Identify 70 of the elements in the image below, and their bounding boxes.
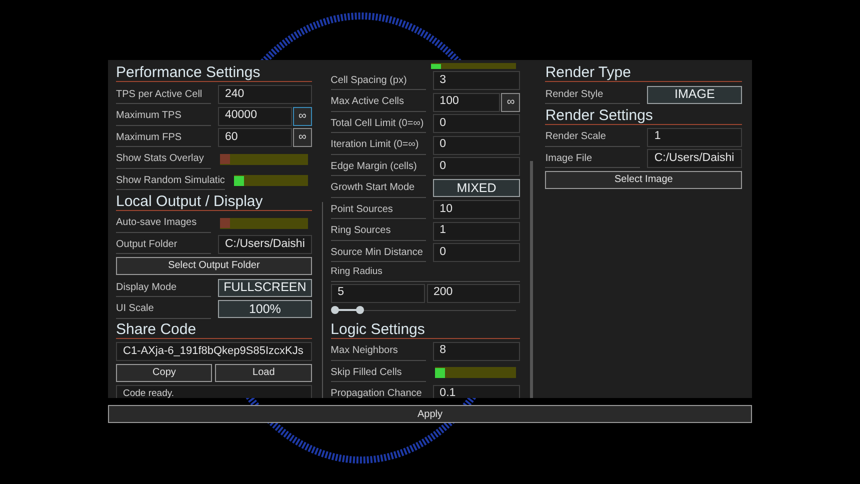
field-label: UI Scale: [116, 302, 154, 316]
apply-button[interactable]: Apply: [108, 405, 752, 423]
toggle-track[interactable]: [220, 218, 308, 228]
slider-thumb[interactable]: [330, 306, 339, 314]
input-field[interactable]: 60: [218, 128, 292, 147]
input-field[interactable]: 1: [647, 128, 742, 146]
action-button[interactable]: Select Output Folder: [116, 256, 312, 274]
field-label: Show Stats Overlay: [116, 152, 204, 166]
mode-selector[interactable]: IMAGE: [647, 86, 742, 104]
field-label: Show Random Simulatic: [116, 174, 225, 188]
field-label: TPS per Active Cell: [116, 88, 202, 102]
action-button[interactable]: Select Image: [545, 170, 742, 188]
action-button[interactable]: Copy: [116, 364, 212, 382]
field-label: Skip Filled Cells: [330, 366, 402, 380]
input-field[interactable]: 100: [432, 92, 500, 112]
field-label: Source Min Distance: [330, 246, 423, 260]
section-heading: Render Type: [545, 64, 742, 82]
input-field[interactable]: C:/Users/Daishi: [218, 235, 312, 254]
input-field[interactable]: 0: [432, 157, 520, 176]
input-field[interactable]: 0.1: [432, 384, 520, 398]
field-label: Ring Radius: [330, 265, 382, 280]
input-field[interactable]: 1: [432, 222, 520, 240]
field-label: Maximum TPS: [116, 109, 182, 123]
scrollbar-thumb[interactable]: [530, 161, 534, 398]
field-label: Render Style: [545, 88, 604, 102]
field-label: Image File: [545, 152, 592, 166]
section-heading: Performance Settings: [116, 64, 312, 82]
toggle-track[interactable]: [234, 175, 308, 186]
share-code-field[interactable]: C1-AXja-6_191f8bQkep9S85IzcxKJs: [116, 342, 312, 361]
section-heading: Local Output / Display: [116, 192, 312, 210]
field-label: Edge Margin (cells): [330, 160, 417, 174]
section-heading: Logic Settings: [330, 320, 520, 338]
input-field[interactable]: 5: [330, 284, 425, 302]
field-label: Render Scale: [545, 130, 606, 144]
toggle-track[interactable]: [220, 154, 308, 164]
input-field[interactable]: 0: [432, 114, 520, 133]
infinity-button[interactable]: ∞: [292, 106, 312, 126]
infinity-button[interactable]: ∞: [501, 92, 520, 112]
mode-selector[interactable]: FULLSCREEN: [218, 278, 312, 296]
field-label: Total Cell Limit (0=∞): [330, 116, 424, 130]
slider-thumb[interactable]: [356, 306, 364, 314]
field-label: Maximum FPS: [116, 130, 182, 144]
section-heading: Share Code: [116, 321, 312, 339]
input-field[interactable]: 200: [426, 284, 520, 302]
field-label: Iteration Limit (0=∞): [330, 138, 419, 152]
input-field[interactable]: 3: [432, 71, 520, 90]
section-heading: Render Settings: [545, 106, 742, 124]
input-field[interactable]: 10: [432, 200, 520, 219]
toggle-track[interactable]: [434, 367, 516, 378]
field-label: Output Folder: [116, 238, 178, 252]
input-field[interactable]: 0: [432, 243, 520, 262]
field-label: Auto-save Images: [116, 216, 197, 230]
field-label: Max Active Cells: [330, 95, 404, 109]
field-label: Cell Spacing (px): [330, 74, 407, 88]
infinity-button[interactable]: ∞: [292, 128, 312, 147]
input-field[interactable]: 40000: [218, 106, 292, 126]
action-button[interactable]: Load: [215, 364, 312, 382]
mode-selector[interactable]: MIXED: [432, 179, 520, 197]
field-label: Display Mode: [116, 280, 177, 294]
input-field[interactable]: 8: [432, 342, 520, 360]
field-label: Max Neighbors: [330, 344, 398, 358]
input-field[interactable]: 240: [218, 85, 312, 104]
field-label: Point Sources: [330, 202, 393, 216]
field-label: Propagation Chance: [330, 387, 422, 398]
mode-selector[interactable]: 100%: [218, 300, 312, 318]
field-label: Ring Sources: [330, 224, 391, 238]
input-field[interactable]: C:/Users/Daishi: [647, 149, 742, 168]
status-text: Code ready.: [116, 385, 312, 398]
input-field[interactable]: 0: [432, 136, 520, 154]
field-label: Growth Start Mode: [330, 181, 415, 195]
